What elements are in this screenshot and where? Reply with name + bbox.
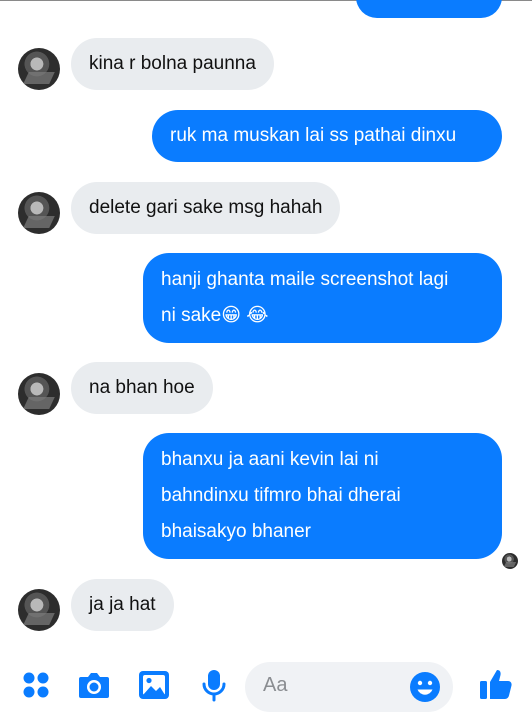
contact-avatar[interactable] xyxy=(18,589,60,631)
incoming-message[interactable]: delete gari sake msg hahah xyxy=(71,182,341,234)
more-icon[interactable] xyxy=(18,667,54,703)
outgoing-message[interactable]: ruk ma muskan lai ss pathai dinxu xyxy=(152,110,502,162)
camera-icon[interactable] xyxy=(76,667,112,703)
message-text: na bhan hoe xyxy=(89,377,195,398)
outgoing-message[interactable]: hanji ghanta maile screenshot lagi ni sa… xyxy=(143,253,502,343)
message-text: ja ja hat xyxy=(89,594,156,615)
contact-avatar[interactable] xyxy=(18,192,60,234)
outgoing-message[interactable]: bhanxu ja aani kevin lai ni bahndinxu ti… xyxy=(143,433,502,559)
message-composer: Aa xyxy=(0,652,532,718)
incoming-message[interactable]: kina r bolna paunna xyxy=(71,38,274,90)
message-line: bahndinxu tifmro bhai dherai xyxy=(161,485,401,506)
message-text: ruk ma muskan lai ss pathai dinxu xyxy=(170,125,457,146)
incoming-message[interactable]: na bhan hoe xyxy=(71,362,213,414)
message-input[interactable]: Aa xyxy=(245,662,453,712)
message-line: bhaisakyo bhaner xyxy=(161,521,311,542)
message-input-placeholder: Aa xyxy=(263,674,288,696)
message-line: bhanxu ja aani kevin lai ni xyxy=(161,449,379,470)
contact-avatar[interactable] xyxy=(18,373,60,415)
message-line: hanji ghanta maile screenshot lagi xyxy=(161,269,449,290)
message-thread[interactable]: kina r bolna paunna ruk ma muskan lai ss… xyxy=(0,0,532,652)
outgoing-message-partial[interactable] xyxy=(356,0,502,18)
read-receipt-avatar xyxy=(502,553,518,569)
like-icon[interactable] xyxy=(476,664,516,704)
message-line: ni sake😁 😂 xyxy=(161,305,269,326)
contact-avatar[interactable] xyxy=(18,48,60,90)
message-text: delete gari sake msg hahah xyxy=(89,197,323,218)
incoming-message[interactable]: ja ja hat xyxy=(71,579,174,631)
image-icon[interactable] xyxy=(136,667,172,703)
microphone-icon[interactable] xyxy=(196,667,232,703)
message-text: kina r bolna paunna xyxy=(89,53,256,74)
emoji-icon[interactable] xyxy=(408,670,442,704)
